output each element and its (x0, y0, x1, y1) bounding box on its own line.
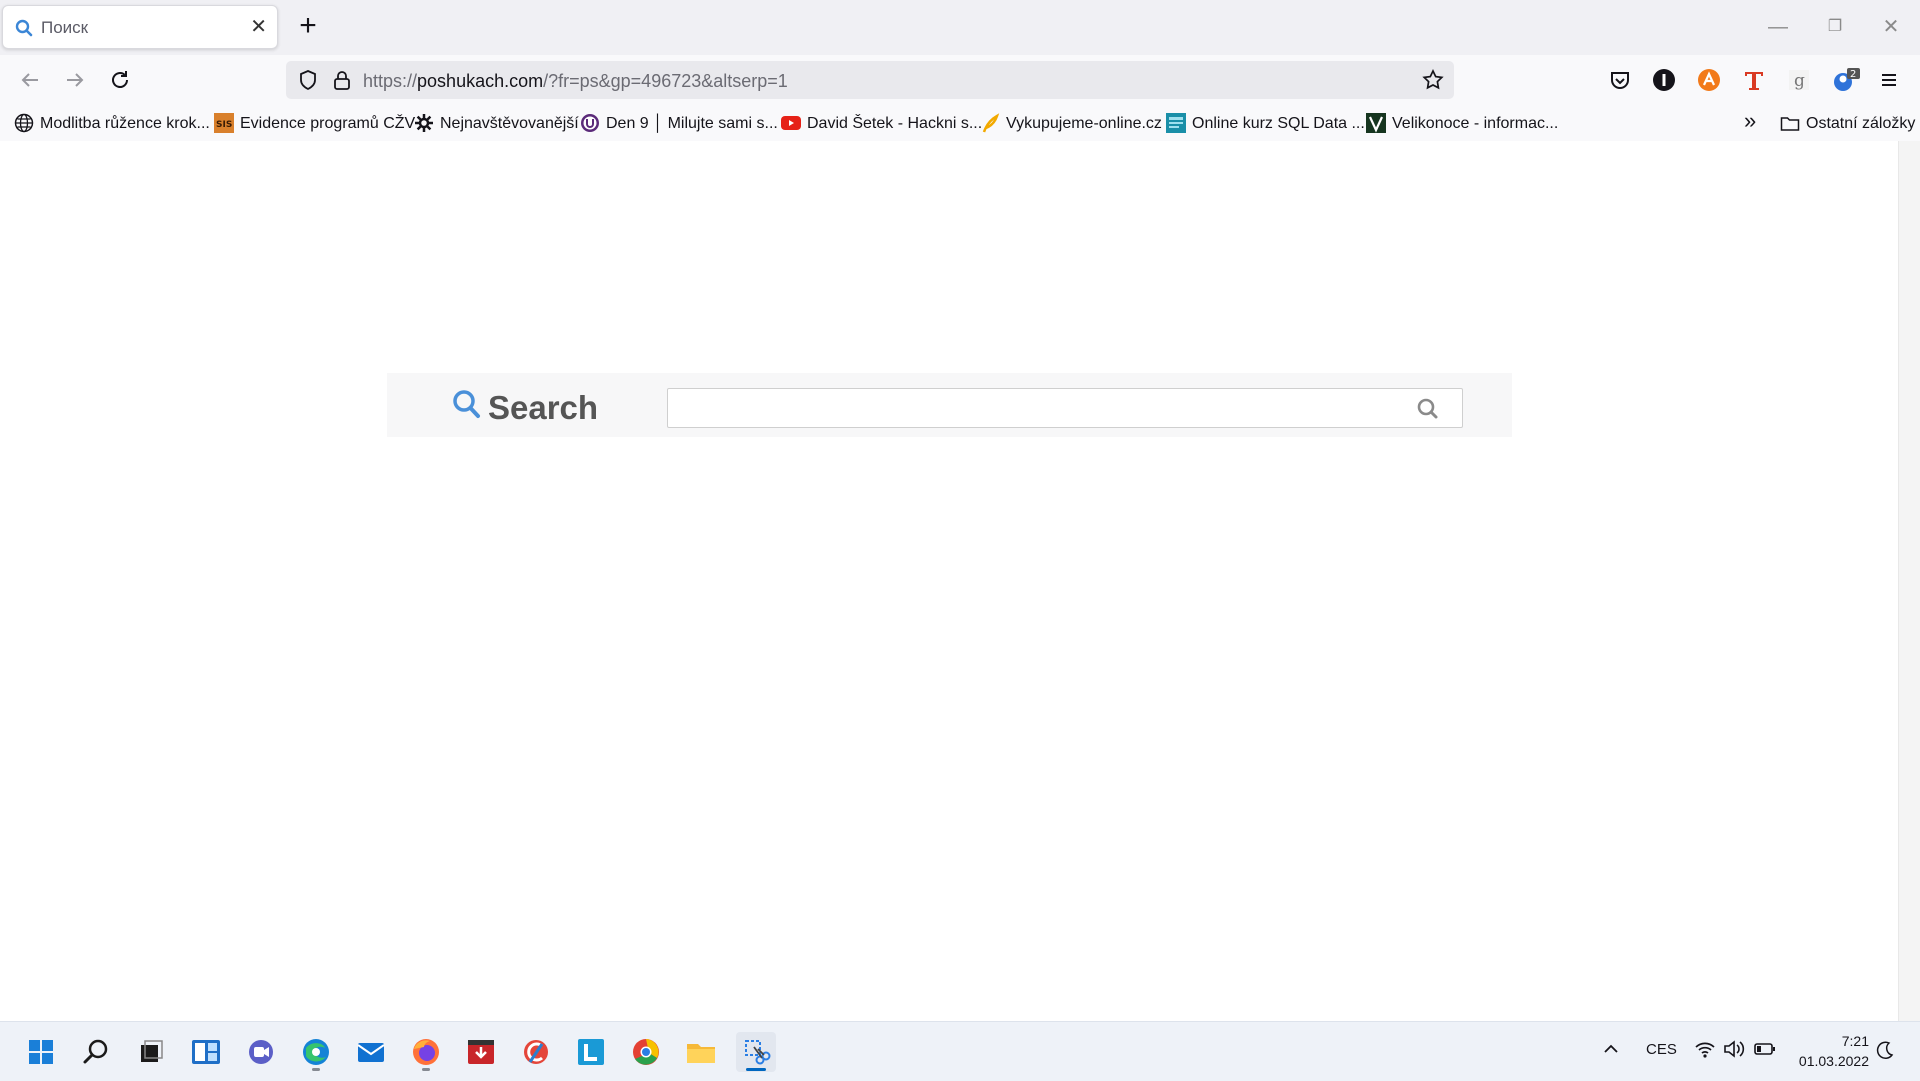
running-indicator (422, 1068, 430, 1071)
g-extension-icon[interactable]: g (1786, 67, 1812, 93)
u-icon (580, 113, 600, 133)
volume-icon[interactable] (1723, 1039, 1745, 1059)
url-host: poshukach.com (417, 71, 544, 91)
search-brand-label: Search (488, 389, 599, 426)
bookmark-label: Online kurz SQL Data ... (1192, 115, 1365, 132)
menu-icon[interactable] (1876, 67, 1902, 93)
snipping-tool-icon[interactable] (736, 1032, 776, 1072)
search-panel: Search (387, 373, 1512, 437)
url-path: /?fr=ps&gp=496723&altserp=1 (543, 71, 788, 91)
vertical-scrollbar[interactable] (1898, 141, 1920, 1021)
bookmark-label: Den 9 │ Milujte sami s... (606, 115, 778, 132)
show-hidden-icons-chevron-icon[interactable] (1600, 1038, 1622, 1060)
gear-icon (414, 113, 434, 133)
tab-close-icon[interactable]: ✕ (250, 17, 267, 37)
close-window-button[interactable]: ✕ (1876, 14, 1906, 40)
new-tab-button[interactable]: + (293, 11, 323, 42)
bookmark-label: Velikonoce - informac... (1392, 115, 1559, 132)
pocket-icon[interactable] (1607, 67, 1633, 93)
video-downloader-icon[interactable] (461, 1032, 501, 1072)
bookmark-star-icon[interactable] (1421, 68, 1445, 92)
widgets-icon[interactable] (186, 1032, 226, 1072)
task-view-icon[interactable] (131, 1032, 171, 1072)
tab-active[interactable]: Поиск ✕ (2, 5, 278, 49)
bookmark-label: David Šetek - Hackni s... (807, 115, 983, 132)
forward-arrow-icon[interactable] (63, 68, 87, 92)
course-icon (1166, 113, 1186, 133)
input-language[interactable]: CES (1646, 1041, 1677, 1058)
bookmark-label: Evidence programů CŽV (240, 115, 416, 132)
search-brand-icon (452, 389, 482, 421)
other-bookmarks-label: Ostatní záložky (1806, 115, 1916, 132)
info-extension-icon[interactable] (1651, 67, 1677, 93)
avast-icon[interactable] (1696, 67, 1722, 93)
running-indicator (746, 1068, 766, 1071)
search-brand: Search (452, 389, 598, 426)
reload-icon[interactable] (108, 68, 132, 92)
bookmarks-toolbar: Modlitba růžence krok... SIS Evidence pr… (0, 105, 1920, 142)
youtube-icon (781, 113, 801, 133)
restore-button[interactable]: ❐ (1820, 14, 1850, 40)
l-app-icon[interactable] (571, 1032, 611, 1072)
extension-badge: 2 (1850, 69, 1856, 80)
url-text[interactable]: https://poshukach.com/?fr=ps&gp=496723&a… (363, 71, 788, 92)
clock-date: 01.03.2022 (1798, 1053, 1869, 1069)
sis-icon: SIS (214, 113, 234, 133)
tracking-shield-icon[interactable] (296, 68, 320, 92)
file-explorer-icon[interactable] (681, 1032, 721, 1072)
focus-assist-moon-icon[interactable] (1874, 1039, 1896, 1061)
teams-chat-icon[interactable] (241, 1032, 281, 1072)
page-content: Search (0, 141, 1898, 1021)
search-submit-icon[interactable] (1414, 395, 1442, 423)
search-icon (15, 19, 33, 37)
running-indicator (312, 1068, 320, 1071)
navigation-toolbar: https://poshukach.com/?fr=ps&gp=496723&a… (0, 55, 1920, 105)
search-taskbar-icon[interactable] (76, 1032, 116, 1072)
lock-icon[interactable] (330, 68, 354, 92)
edge-icon[interactable] (296, 1032, 336, 1072)
taskbar: CES 7:21 01.03.2022 (0, 1021, 1920, 1081)
tab-strip: Поиск ✕ + — ❐ ✕ (0, 0, 1920, 55)
firefox-icon[interactable] (406, 1032, 446, 1072)
tab-title: Поиск (41, 18, 89, 37)
svg-text:SIS: SIS (216, 120, 232, 130)
chrome-like-icon[interactable] (626, 1032, 666, 1072)
battery-icon[interactable] (1753, 1039, 1777, 1059)
feather-icon (980, 113, 1000, 133)
folder-icon (1780, 113, 1800, 133)
address-bar[interactable]: https://poshukach.com/?fr=ps&gp=496723&a… (286, 61, 1454, 99)
search-input[interactable] (667, 388, 1463, 428)
v-icon (1366, 113, 1386, 133)
minimize-button[interactable]: — (1763, 14, 1793, 40)
svg-text:g: g (1794, 71, 1805, 91)
back-arrow-icon[interactable] (18, 68, 42, 92)
globe-icon (14, 113, 34, 133)
url-scheme: https:// (363, 71, 418, 91)
clock-time: 7:21 (1841, 1033, 1869, 1049)
t-extension-icon[interactable] (1741, 67, 1767, 93)
bookmark-label: Modlitba růžence krok... (40, 115, 210, 132)
system-clock[interactable]: 7:21 01.03.2022 (1799, 1031, 1869, 1071)
start-button[interactable] (21, 1032, 61, 1072)
account-extension-icon[interactable]: 2 (1831, 67, 1860, 93)
bookmarks-overflow-button[interactable]: » (1744, 108, 1756, 133)
bookmark-label: Vykupujeme-online.cz (1006, 115, 1162, 132)
ccleaner-icon[interactable] (516, 1032, 556, 1072)
bookmark-label: Nejnavštěvovanější (440, 115, 579, 132)
wifi-icon[interactable] (1694, 1039, 1716, 1059)
mail-icon[interactable] (351, 1032, 391, 1072)
